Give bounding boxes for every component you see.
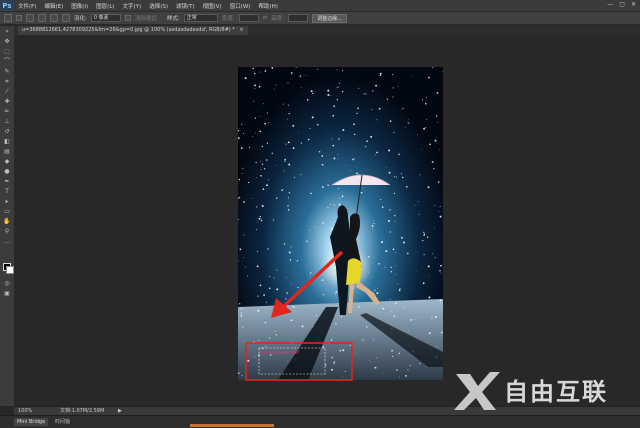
annotation-arrow [280, 250, 344, 310]
bottom-panel-bar: Mini Bridge 时间轴 [0, 415, 640, 428]
watermark: 自由互联 [452, 368, 628, 412]
watermark-text: 自由互联 [504, 378, 608, 406]
watermark-logo-icon [454, 372, 500, 410]
annotation-highlight-box [245, 342, 353, 381]
selection-layer-text: asdasdadasdsf [262, 350, 300, 356]
annotation-overlay [245, 250, 353, 381]
tab-timeline[interactable]: 时间轴 [52, 418, 73, 426]
tab-mini-bridge[interactable]: Mini Bridge [14, 418, 49, 426]
